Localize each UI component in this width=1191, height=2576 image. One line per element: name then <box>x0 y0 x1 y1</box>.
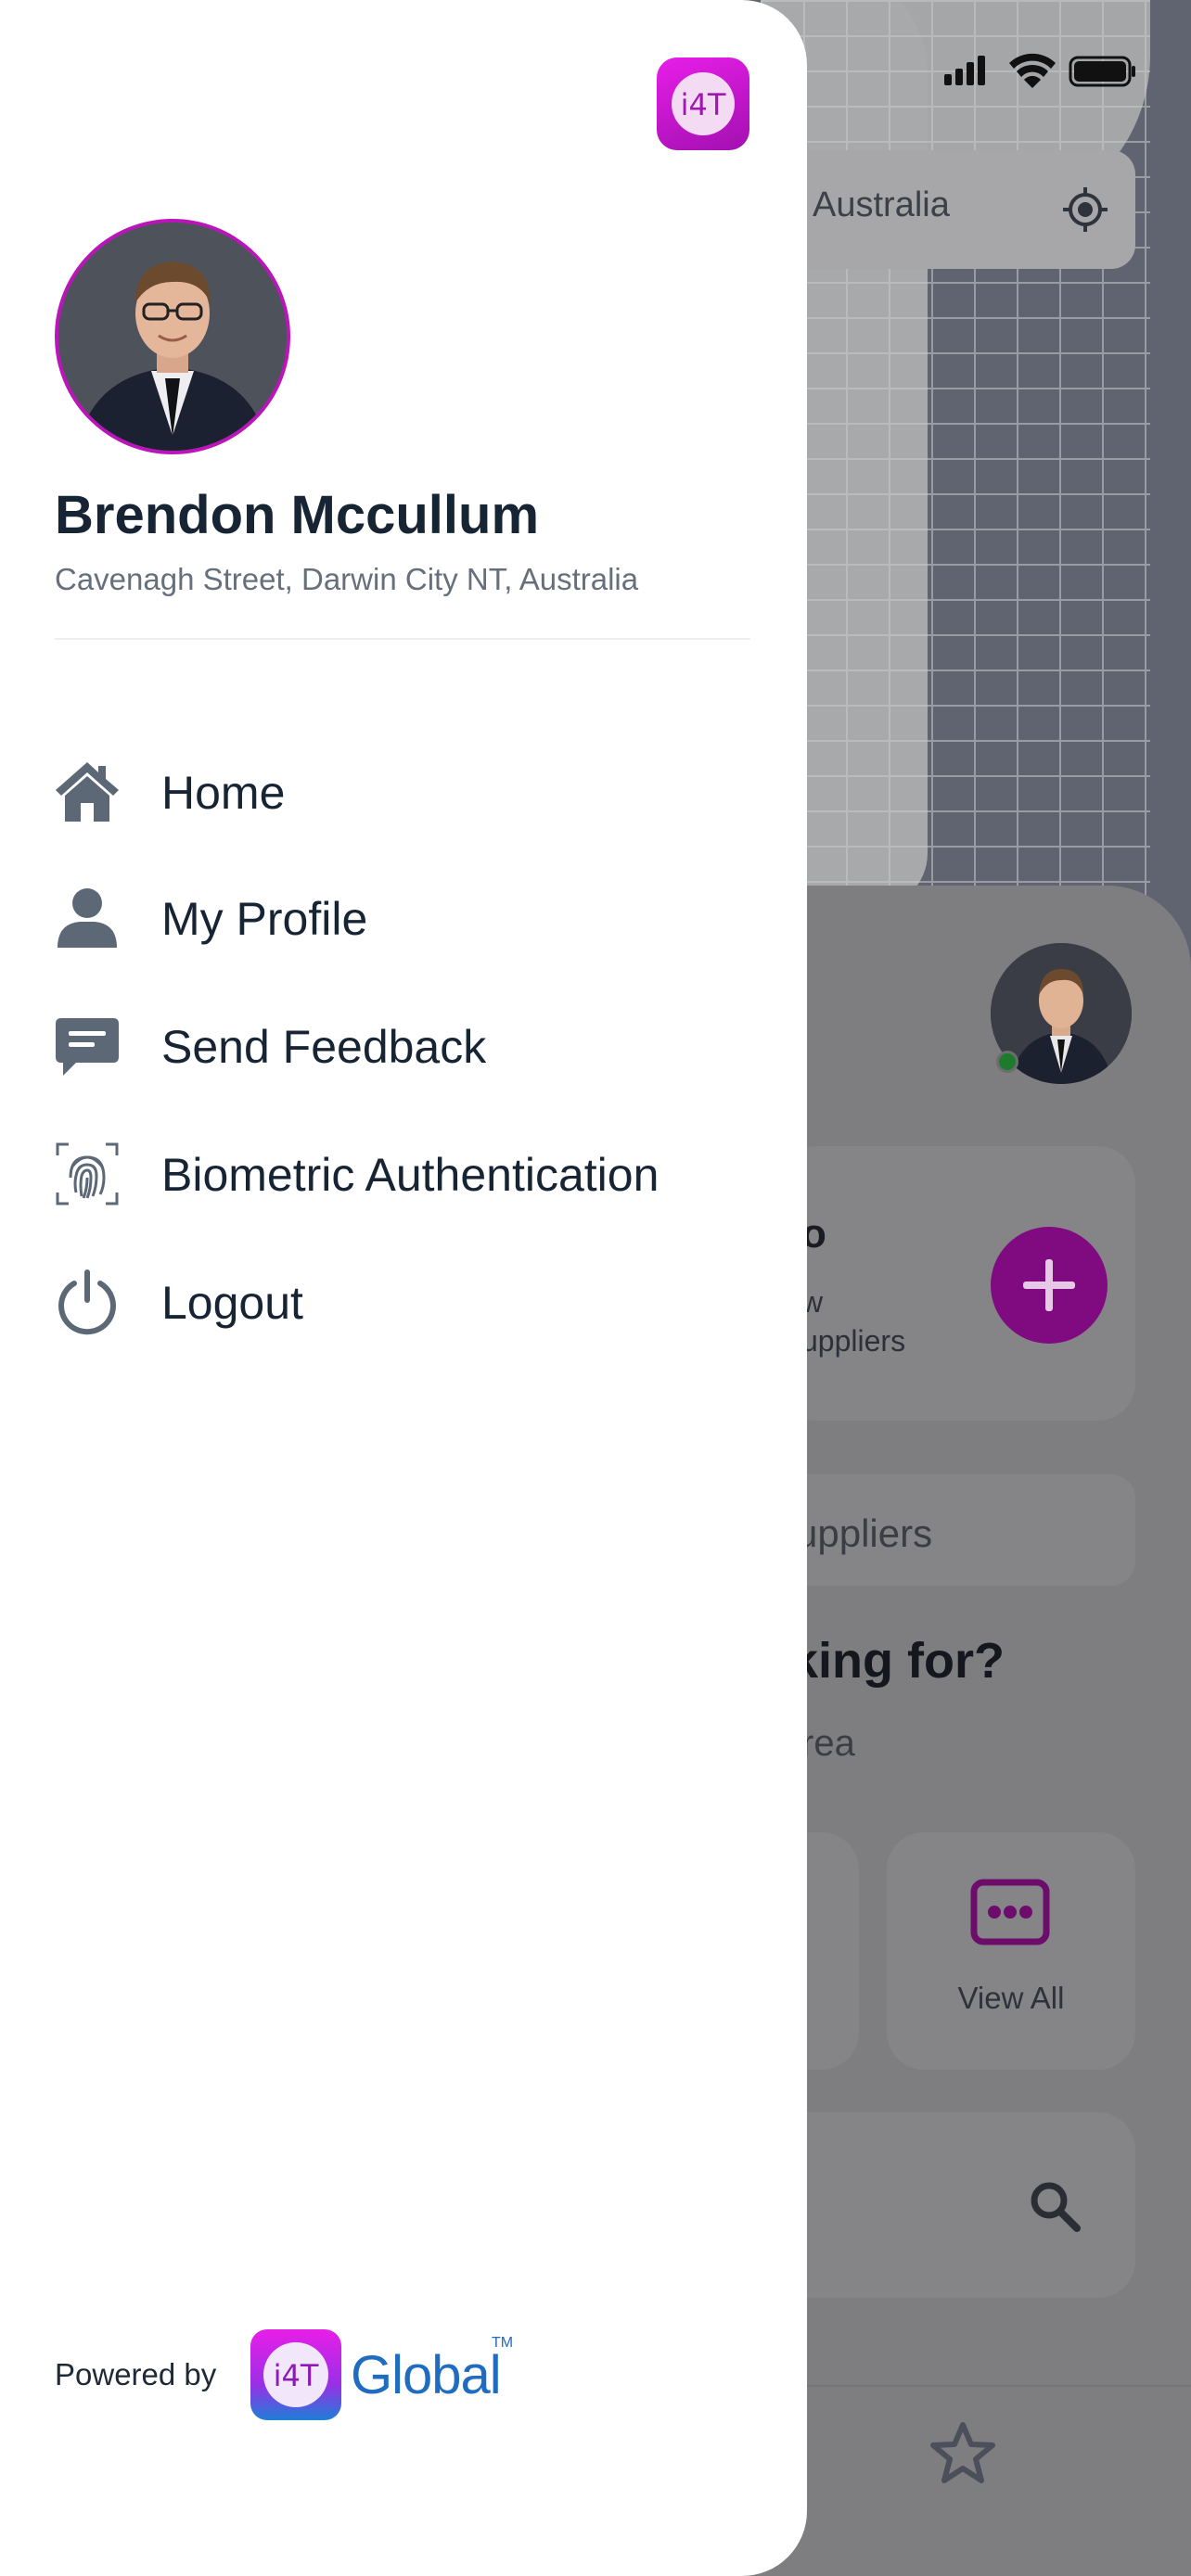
trademark-mark: TM <box>492 2335 514 2351</box>
star-icon[interactable] <box>929 2420 996 2485</box>
view-all-label: View All <box>957 1981 1065 2015</box>
locate-icon[interactable] <box>1061 185 1109 234</box>
battery-icon <box>1069 56 1135 87</box>
menu-item-logout[interactable]: Logout <box>52 1248 757 1341</box>
powered-by-label: Powered by <box>55 2357 217 2391</box>
search-icon[interactable] <box>1028 2179 1082 2233</box>
card-line: uppliers <box>801 1324 906 1358</box>
suppliers-pill-label: uppliers <box>796 1511 933 1555</box>
menu-item-biometric-authentication[interactable]: Biometric Authentication <box>52 1120 757 1213</box>
profile-avatar[interactable] <box>55 219 290 454</box>
menu-item-home[interactable]: Home <box>52 738 757 831</box>
fingerprint-icon <box>56 1142 119 1205</box>
cellular-signal-icon <box>944 56 985 85</box>
brand-logo: i4T <box>250 2329 341 2420</box>
brand-logo-badge: i4T <box>263 2342 328 2407</box>
map-streets <box>761 0 1150 927</box>
menu-item-label: Send Feedback <box>161 1021 487 1073</box>
app-logo: i4T <box>657 57 749 150</box>
view-all-tile[interactable] <box>887 1832 1135 2070</box>
app-logo-badge: i4T <box>672 72 735 135</box>
power-icon <box>58 1269 116 1335</box>
menu-item-label: Biometric Authentication <box>161 1149 660 1201</box>
brand-name: Global <box>351 2345 502 2405</box>
divider <box>55 638 750 640</box>
menu-item-send-feedback[interactable]: Send Feedback <box>52 992 757 1085</box>
profile-name: Brendon Mccullum <box>55 485 540 545</box>
menu-item-label: My Profile <box>161 893 368 945</box>
status-bar <box>944 53 1135 88</box>
menu-item-label: Home <box>161 767 286 819</box>
menu-item-my-profile[interactable]: My Profile <box>52 864 757 957</box>
home-icon <box>56 762 119 822</box>
section-subtitle: rea <box>801 1723 855 1764</box>
feedback-icon <box>56 1018 119 1076</box>
profile-address: Cavenagh Street, Darwin City NT, Austral… <box>55 562 639 596</box>
online-status-dot <box>996 1051 1018 1073</box>
section-title: king for? <box>790 1633 1005 1689</box>
navigation-drawer: i4T Brendon Mccullum Cavenagh Street, Da… <box>0 0 807 2576</box>
user-icon <box>58 888 117 948</box>
wifi-icon <box>1009 53 1056 88</box>
app-logo-text: i4T <box>680 87 726 122</box>
add-button[interactable] <box>991 1227 1108 1344</box>
more-icon <box>970 1879 1050 1945</box>
tab-bar-divider <box>761 2385 1191 2387</box>
location-text: Australia <box>813 185 950 224</box>
brand-logo-text: i4T <box>273 2358 319 2393</box>
menu-item-label: Logout <box>161 1277 303 1329</box>
